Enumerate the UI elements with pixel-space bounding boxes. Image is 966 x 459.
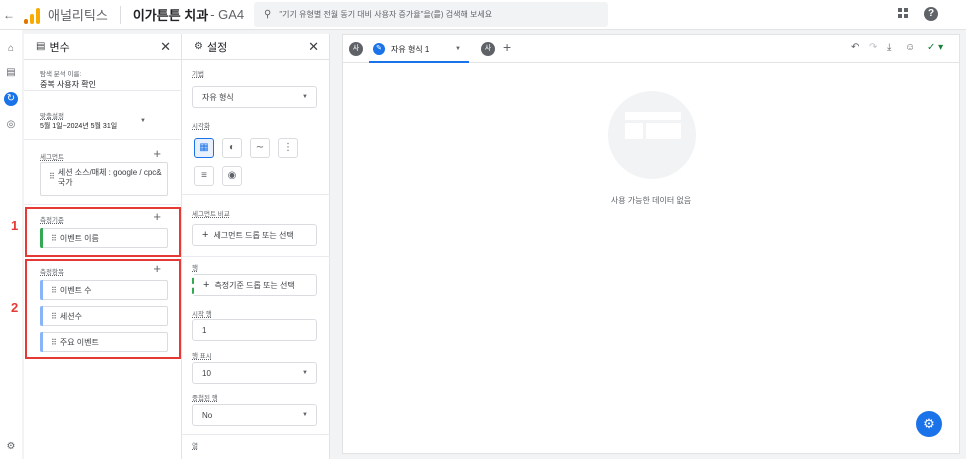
settings-icon: ⚙ xyxy=(194,41,203,52)
scatter-plot-icon[interactable]: ⋮ xyxy=(278,138,298,158)
line-chart-icon[interactable]: ∼ xyxy=(250,138,270,158)
divider xyxy=(24,204,182,205)
variables-header: ▤ 변수 ✕ xyxy=(24,34,181,60)
plus-icon: + xyxy=(202,229,209,241)
rows-drop-zone[interactable]: + 측정기준 드롭 또는 선택 xyxy=(192,274,317,296)
search-icon: ⚲ xyxy=(264,9,272,20)
columns-label: 열 xyxy=(192,443,198,450)
analytics-logo-icon[interactable] xyxy=(24,6,40,24)
search-bar[interactable]: ⚲ "기기 유형별 전월 동기 대비 사용자 증가율"을(를) 검색해 보세요 xyxy=(254,2,608,27)
download-icon[interactable]: ⤓ xyxy=(887,42,891,53)
tab-free-form-1[interactable]: ✎ 자유 형식 1 ▼ xyxy=(369,37,469,63)
date-range-label: 맞춤설정 xyxy=(40,113,64,120)
settings-panel: ⚙ 설정 ✕ 기법 자유 형식 ▼ 시각화 ▦ ◐ ∼ ⋮ ≡ ◉ 세그먼트 비… xyxy=(182,34,330,459)
date-range-value[interactable]: 5월 1일~2024년 5월 31일 xyxy=(40,122,182,132)
variables-title: 변수 xyxy=(49,41,70,54)
nested-rows-value: No xyxy=(202,410,213,420)
insights-fab-icon[interactable]: ⚙ xyxy=(916,411,942,437)
segment-drop-zone[interactable]: + 세그먼트 드롭 또는 선택 xyxy=(192,224,317,246)
bar-chart-icon[interactable]: ≡ xyxy=(194,166,214,186)
annotation-box-1 xyxy=(25,207,181,257)
back-arrow-icon[interactable]: ← xyxy=(2,8,16,22)
annotation-number-1: 1 xyxy=(11,218,19,233)
rows-drop-label: 측정기준 드롭 또는 선택 xyxy=(214,280,295,290)
technique-select[interactable]: 자유 형식 ▼ xyxy=(192,86,317,108)
divider xyxy=(119,5,121,24)
advertising-icon[interactable]: ◎ xyxy=(4,118,18,132)
home-icon[interactable]: ⌂ xyxy=(4,42,18,56)
plus-icon: + xyxy=(203,279,210,291)
annotation-number-2: 2 xyxy=(11,300,19,315)
left-rail: ⌂ ▤ ↻ ◎ ⚙ xyxy=(0,30,22,459)
empty-table-icon xyxy=(625,112,681,150)
apps-grid-icon[interactable] xyxy=(898,8,908,18)
exploration-name-section: 탐색 분석 이름: 중복 사용자 확인 xyxy=(24,68,182,91)
technique-label: 기법 xyxy=(192,71,204,78)
donut-chart-icon[interactable]: ◐ xyxy=(222,138,242,158)
help-icon[interactable]: ? xyxy=(924,7,938,21)
start-row-input[interactable]: 1 xyxy=(192,319,317,341)
chevron-down-icon: ▼ xyxy=(302,412,308,418)
drag-handle-icon[interactable]: ⠿ xyxy=(49,172,55,195)
edit-pencil-icon: ✎ xyxy=(373,43,385,55)
share-user-icon[interactable]: ☺ xyxy=(905,42,915,53)
date-range-section[interactable]: 맞춤설정 5월 1일~2024년 5월 31일 ▼ xyxy=(24,110,182,140)
exploration-name[interactable]: 중복 사용자 확인 xyxy=(40,80,182,90)
segment-badge[interactable]: 사 xyxy=(481,42,495,56)
show-rows-label: 행 표시 xyxy=(192,353,212,360)
segment-compare-label: 세그먼트 비교 xyxy=(192,211,230,218)
divider xyxy=(182,194,330,195)
settings-title: 설정 xyxy=(206,41,228,54)
search-placeholder: "기기 유형별 전월 동기 대비 사용자 증가율"을(를) 검색해 보세요 xyxy=(279,10,493,19)
annotation-box-2 xyxy=(25,259,181,359)
segment-drop-label: 세그먼트 드롭 또는 선택 xyxy=(213,230,294,240)
undo-icon[interactable]: ↶ xyxy=(851,42,859,53)
start-row-label: 시작 행 xyxy=(192,311,212,318)
add-tab-button[interactable]: + xyxy=(503,39,511,55)
segment-chip-label: 세션 소스/매체 : google / cpc&국가 xyxy=(57,168,162,187)
divider xyxy=(182,256,330,257)
chevron-down-icon: ▼ xyxy=(302,94,308,100)
segment-badge[interactable]: 사 xyxy=(349,42,363,56)
start-row-value: 1 xyxy=(202,325,207,335)
settings-header: ⚙ 설정 ✕ xyxy=(182,34,329,60)
property-suffix[interactable]: - GA4 xyxy=(210,7,244,22)
segments-label: 세그먼트 xyxy=(40,154,64,161)
explore-icon[interactable]: ↻ xyxy=(4,92,18,106)
empty-state-text: 사용 가능한 데이터 없음 xyxy=(610,196,692,205)
close-variables-icon[interactable]: ✕ xyxy=(160,39,171,55)
nested-rows-select[interactable]: No ▼ xyxy=(192,404,317,426)
variables-icon: ▤ xyxy=(36,41,46,52)
table-viz-icon[interactable]: ▦ xyxy=(194,138,214,158)
tab-bar: 사 ✎ 자유 형식 1 ▼ 사 + ↶ ↷ ⤓ ☺ ✓ ▾ xyxy=(343,35,959,63)
segment-chip[interactable]: ⠿ 세션 소스/매체 : google / cpc&국가 xyxy=(40,162,168,196)
show-rows-value: 10 xyxy=(202,368,211,378)
divider xyxy=(182,434,330,435)
geo-map-icon[interactable]: ◉ xyxy=(222,166,242,186)
chevron-down-icon[interactable]: ▼ xyxy=(455,46,461,52)
status-check-icon[interactable]: ✓ ▾ xyxy=(927,42,949,56)
add-segment-icon[interactable]: + xyxy=(153,147,161,160)
tab-label: 자유 형식 1 xyxy=(391,44,430,54)
visualization-label: 시각화 xyxy=(192,123,210,130)
property-name[interactable]: 이가튼튼 치과 xyxy=(133,5,208,24)
date-range-caret-icon[interactable]: ▼ xyxy=(140,118,146,124)
app-name[interactable]: 애널리틱스 xyxy=(48,5,108,24)
show-rows-select[interactable]: 10 ▼ xyxy=(192,362,317,384)
close-settings-icon[interactable]: ✕ xyxy=(308,39,319,55)
exploration-canvas: 사 ✎ 자유 형식 1 ▼ 사 + ↶ ↷ ⤓ ☺ ✓ ▾ 사용 가능한 데이터… xyxy=(342,34,960,454)
exploration-name-label: 탐색 분석 이름: xyxy=(40,71,82,78)
settings-gear-icon[interactable]: ⚙ xyxy=(4,440,18,454)
redo-icon[interactable]: ↷ xyxy=(869,42,877,53)
nested-rows-label: 중첩된 행 xyxy=(192,395,218,402)
technique-value: 자유 형식 xyxy=(202,92,234,102)
reports-icon[interactable]: ▤ xyxy=(4,66,18,80)
chevron-down-icon: ▼ xyxy=(302,370,308,376)
top-bar: ← 애널리틱스 이가튼튼 치과 - GA4 ⚲ "기기 유형별 전월 동기 대비… xyxy=(0,0,966,30)
rows-label: 행 xyxy=(192,265,198,272)
